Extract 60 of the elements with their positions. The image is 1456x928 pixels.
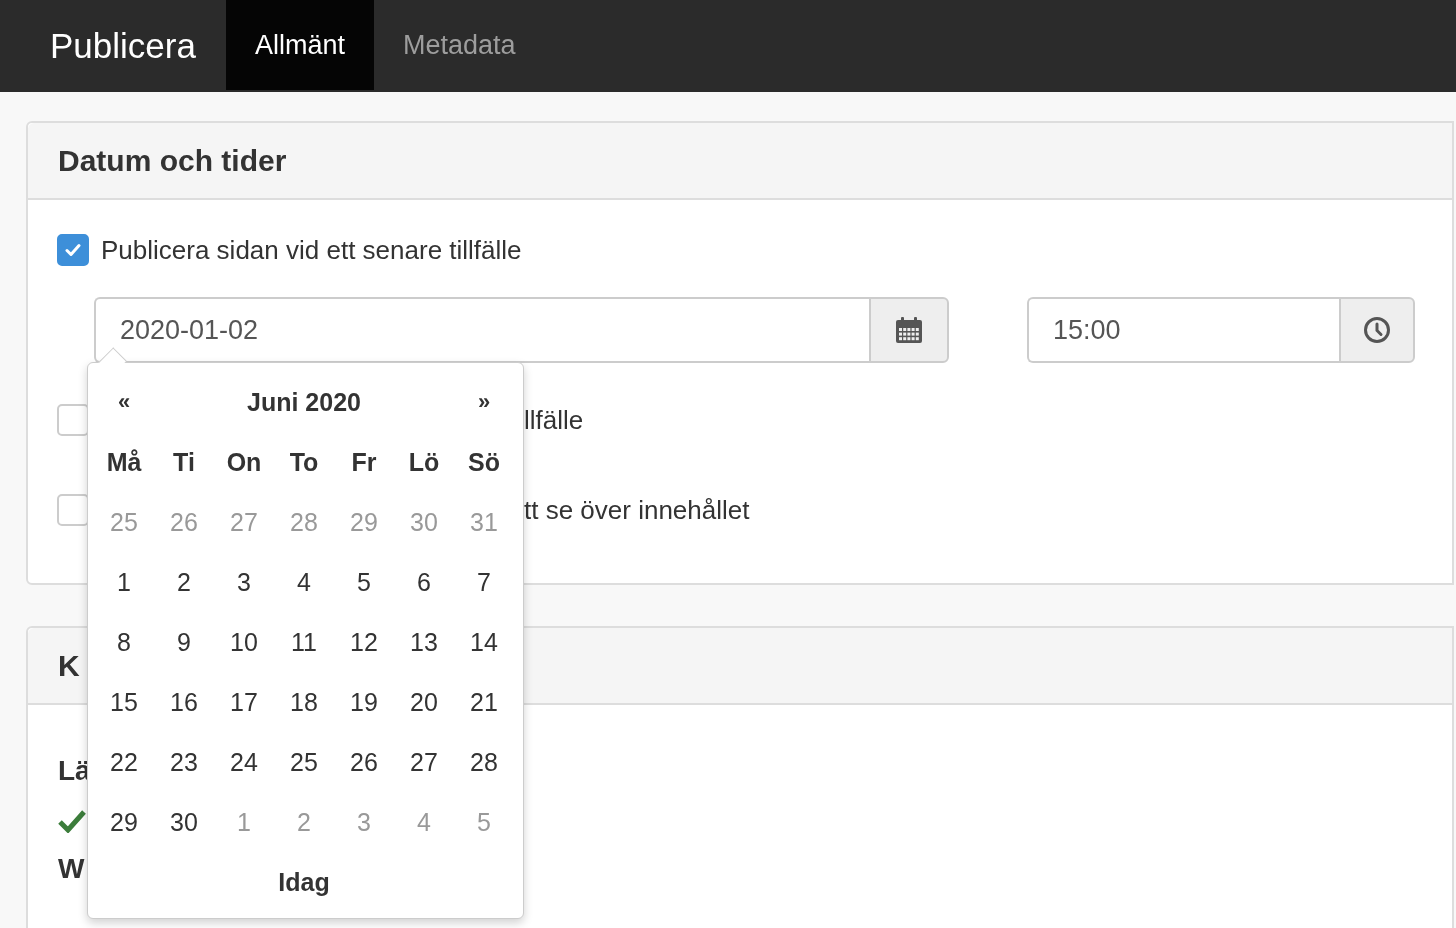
checkbox[interactable] xyxy=(57,234,89,266)
calendar-day[interactable]: 17 xyxy=(214,672,274,732)
calendar-day[interactable]: 27 xyxy=(394,732,454,792)
weekday-header: Lö xyxy=(407,446,441,478)
field-label: W xyxy=(58,853,85,885)
calendar-day[interactable]: 19 xyxy=(334,672,394,732)
time-input[interactable]: 15:00 xyxy=(1027,297,1339,363)
calendar-day[interactable]: 4 xyxy=(274,552,334,612)
today-button[interactable]: Idag xyxy=(94,852,514,912)
calendar-day[interactable]: 1 xyxy=(94,552,154,612)
calendar-day[interactable]: 23 xyxy=(154,732,214,792)
calendar-day[interactable]: 13 xyxy=(394,612,454,672)
clock-icon xyxy=(1363,316,1391,344)
calendar-day[interactable]: 6 xyxy=(394,552,454,612)
calendar-day[interactable]: 26 xyxy=(334,732,394,792)
calendar-day[interactable]: 3 xyxy=(214,552,274,612)
calendar-day[interactable]: 15 xyxy=(94,672,154,732)
weekday-header: Fr xyxy=(350,446,378,478)
calendar-day[interactable]: 29 xyxy=(94,792,154,852)
calendar-day[interactable]: 12 xyxy=(334,612,394,672)
calendar-day[interactable]: 8 xyxy=(94,612,154,672)
next-month-button[interactable]: » xyxy=(454,372,514,432)
date-input[interactable]: 2020-01-02 xyxy=(94,297,869,363)
calendar-day[interactable]: 14 xyxy=(454,612,514,672)
calendar-day[interactable]: 7 xyxy=(454,552,514,612)
calendar-day[interactable]: 22 xyxy=(94,732,154,792)
calendar-day[interactable]: 5 xyxy=(334,552,394,612)
calendar-day[interactable]: 11 xyxy=(274,612,334,672)
checkbox-label: llfälle xyxy=(524,404,584,436)
calendar-day[interactable]: 30 xyxy=(154,792,214,852)
weekday-header: Må xyxy=(105,446,143,478)
panel-title: K xyxy=(58,648,80,683)
calendar-day[interactable]: 2 xyxy=(154,552,214,612)
calendar-day[interactable]: 21 xyxy=(454,672,514,732)
calendar-day[interactable]: 18 xyxy=(274,672,334,732)
calendar-icon xyxy=(895,316,923,344)
checkbox[interactable] xyxy=(57,494,89,526)
calendar-day[interactable]: 10 xyxy=(214,612,274,672)
checkmark-icon xyxy=(58,809,86,833)
calendar-day[interactable]: 25 xyxy=(274,732,334,792)
calendar-day[interactable]: 9 xyxy=(154,612,214,672)
calendar-day[interactable]: 20 xyxy=(394,672,454,732)
checkbox-label: Publicera sidan vid ett senare tillfälle xyxy=(101,234,522,266)
month-title[interactable]: Juni 2020 xyxy=(154,372,454,432)
checkbox-label: tt se över innehållet xyxy=(524,494,750,526)
calendar-day[interactable]: 28 xyxy=(454,732,514,792)
calendar-button[interactable] xyxy=(869,297,949,363)
weekday-header: On xyxy=(225,446,263,478)
weekday-header: Ti xyxy=(172,446,196,478)
panel-title: Datum och tider xyxy=(58,143,287,178)
nav-tab[interactable]: Allmänt xyxy=(225,0,374,90)
brand-title[interactable]: Publicera xyxy=(0,0,226,92)
previous-month-button[interactable]: « xyxy=(94,372,154,432)
checkbox[interactable] xyxy=(57,404,89,436)
calendar-day[interactable]: 16 xyxy=(154,672,214,732)
calendar-day[interactable]: 24 xyxy=(214,732,274,792)
weekday-header: To xyxy=(288,446,320,478)
nav-tab[interactable]: Metadata xyxy=(373,0,545,90)
clock-button[interactable] xyxy=(1339,297,1415,363)
weekday-header: Sö xyxy=(467,446,501,478)
